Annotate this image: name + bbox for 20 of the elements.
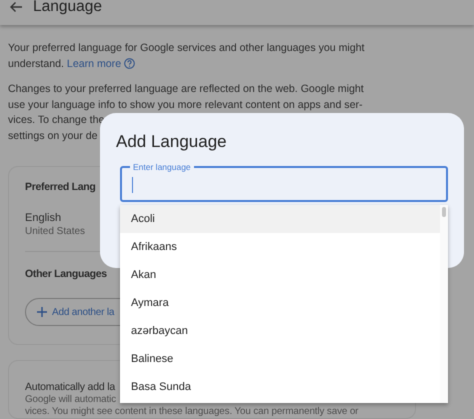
paragraph-line: Changes to your preferred language are reflected on the web. Google might: [8, 82, 364, 97]
section-heading: Other Languages: [25, 267, 107, 281]
paragraph-line: settings on your de: [8, 128, 98, 144]
language-option[interactable]: Acoli: [120, 205, 440, 233]
dialog-title: Add Language: [116, 131, 227, 153]
description-line: Google will automatic: [25, 394, 116, 406]
language-region: United States: [25, 225, 86, 238]
field-label: Enter language: [130, 162, 194, 172]
back-icon[interactable]: [9, 1, 23, 13]
description-line: vices. You might see content in these languages. You can permanently save or: [25, 406, 358, 418]
page-title: Language: [33, 0, 102, 15]
plus-icon: [37, 307, 47, 317]
intro-paragraph: Your preferred language for Google services and other languages you might understand. Learn more: [8, 41, 364, 72]
help-icon[interactable]: [124, 58, 135, 68]
paragraph-line: use your language info to show you more relevant content on apps and ser-: [8, 98, 363, 112]
section-heading: Automatically add la: [25, 381, 115, 394]
language-name: English: [25, 211, 62, 225]
scrollbar-thumb[interactable]: [442, 207, 446, 217]
text-cursor: [132, 177, 133, 193]
section-heading: Preferred Lang: [25, 180, 96, 194]
